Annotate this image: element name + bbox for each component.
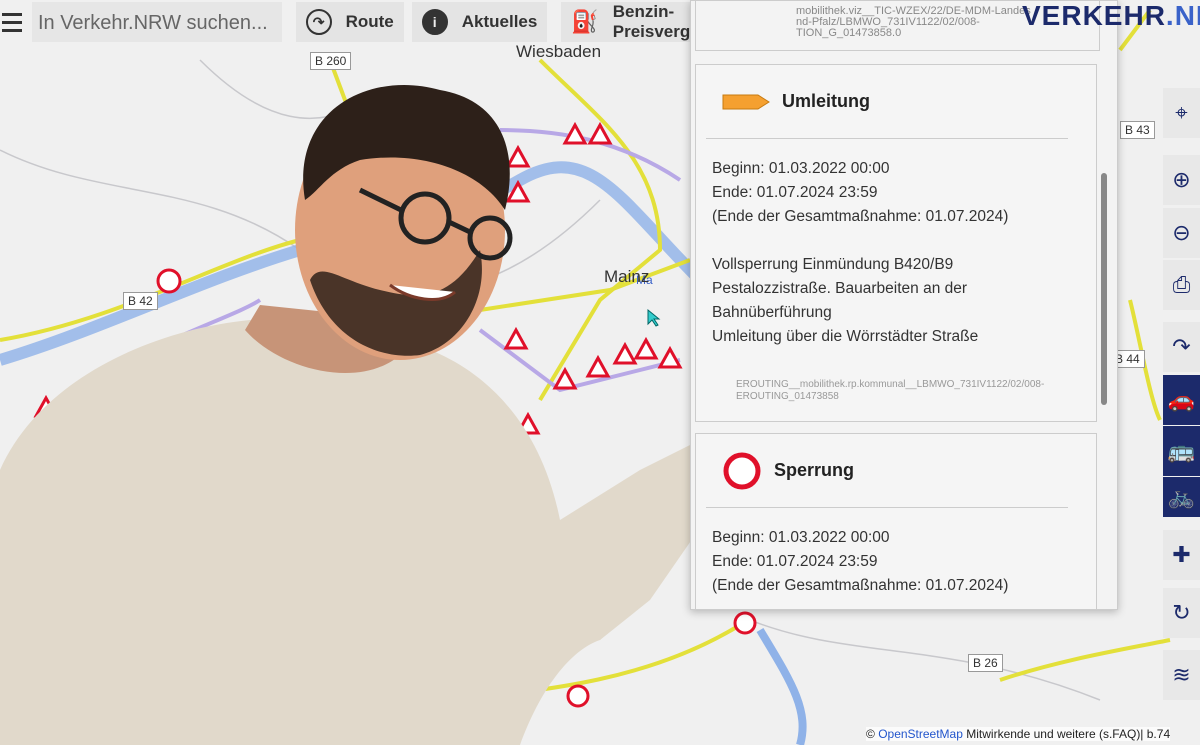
city-label-wiesbaden: Wiesbaden [516,42,602,61]
locate-icon[interactable]: ⌖ [1163,88,1200,138]
osm-link[interactable]: OpenStreetMap [878,727,963,741]
description: Vollsperrung Einmündung B420/B9 [712,256,954,273]
description: Umleitung über die Wörrstädter Straße [712,328,979,345]
zoom-in-icon[interactable]: ⊕ [1163,155,1200,205]
news-button[interactable]: i Aktuelles [411,2,548,42]
hamburger-menu-icon[interactable] [0,0,28,44]
id-line: EROUTING__mobilithek.rp.kommunal__LBMWO_… [736,379,1045,390]
start-date: Beginn: 01.03.2022 00:00 [712,529,890,546]
logo-text: VERKEHR [1022,0,1166,31]
detour-card: Umleitung Beginn: 01.03.2022 00:00 Ende:… [695,64,1097,422]
map-attribution: © OpenStreetMap Mitwirkende und weitere … [866,727,1171,741]
route-label: Route [345,12,394,31]
road-label: B 42 [123,292,158,310]
city-label-mainz: Mainz [604,267,650,286]
fuel-pump-icon: ⛽ [571,9,599,34]
top-toolbar: In Verkehr.NRW suchen... ↷ Route i Aktuell… [0,0,800,44]
incident-popup[interactable]: mobilithek.viz__TIC-WZEX/22/DE-MDM-Lande… [690,0,1118,610]
search-input[interactable]: In Verkehr.NRW suchen... [31,2,282,42]
road-label: B 260 [310,52,352,70]
copyright: © [866,727,875,741]
end-date: Ende: 01.07.2024 23:59 [712,184,878,201]
road-label: B 26 [968,654,1003,672]
closure-circle-icon [723,452,761,489]
detour-arrow-icon [722,94,770,109]
id-line: EROUTING_01473858 [736,391,839,402]
description: Bahnüberführung [712,304,832,321]
route-arrow-icon: ↷ [305,9,332,35]
overall-end-date: (Ende der Gesamtmaßnahme: 01.07.2024) [712,577,1009,594]
refresh-icon[interactable]: ↻ [1163,588,1200,638]
news-label: Aktuelles [461,12,538,31]
card-title: Umleitung [782,91,870,111]
road-label: B 43 [1120,121,1155,139]
puzzle-icon[interactable]: ✚ [1163,530,1200,580]
info-icon: i [421,9,448,35]
logo-text: .NRW [1165,0,1200,31]
overall-end-date: (Ende der Gesamtmaßnahme: 01.07.2024) [712,208,1009,225]
layers-icon[interactable]: ≋ [1163,650,1200,700]
bus-icon[interactable]: 🚌 [1163,426,1200,476]
bicycle-icon[interactable]: 🚲 [1163,477,1200,517]
description: Pestalozzistraße. Bauarbeiten an der [712,280,968,297]
start-date: Beginn: 01.03.2022 00:00 [712,160,890,177]
car-icon[interactable]: 🚗 [1163,375,1200,425]
attribution-text: Mitwirkende und weitere (s.FAQ)| b.74 [966,727,1171,741]
verkehr-nrw-logo[interactable]: VERKEHR.NRW [1022,0,1200,32]
popup-scrollbar[interactable] [1101,173,1107,405]
closure-card: Sperrung Beginn: 01.03.2022 00:00 Ende: … [695,433,1097,609]
print-icon[interactable]: ⎙ [1163,260,1200,310]
zoom-out-icon[interactable]: ⊖ [1163,208,1200,258]
end-date: Ende: 01.07.2024 23:59 [712,553,878,570]
route-icon[interactable]: ↷ [1163,322,1200,372]
route-button[interactable]: ↷ Route [295,2,404,42]
card-title: Sperrung [774,460,855,480]
